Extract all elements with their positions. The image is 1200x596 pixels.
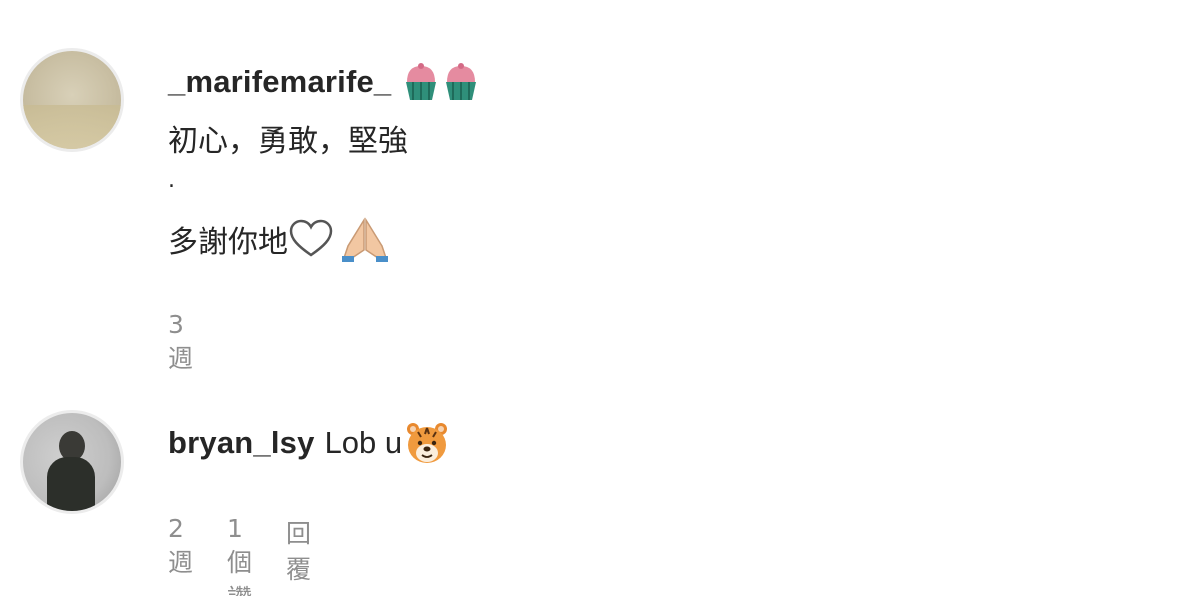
comment-item: _marifemarife_ 初心，勇敢，堅強 . 多謝你地 3 週 — [0, 40, 1200, 373]
username-link[interactable]: bryan_lsy — [168, 425, 315, 461]
comment-text-line: 初心，勇敢，堅強 — [168, 124, 408, 159]
cupcake-icon — [406, 63, 477, 100]
comment-meta: 3 週 — [168, 310, 193, 375]
reply-button[interactable]: 回覆 — [286, 514, 311, 596]
comment-header: bryan_lsy Lob u — [168, 420, 450, 466]
avatar-figure — [47, 457, 95, 511]
folded-hands-icon — [342, 217, 388, 262]
comment-item: bryan_lsy Lob u 2 週 1 個讚 回覆 — [0, 402, 1200, 596]
comment-text-line-with-emoji: 多謝你地 — [168, 216, 390, 262]
avatar[interactable] — [20, 410, 124, 514]
tiger-face-icon — [407, 423, 448, 463]
likes-count[interactable]: 1 個讚 — [227, 514, 252, 596]
comment-text: 多謝你地 — [168, 225, 288, 260]
comment-meta: 2 週 1 個讚 回覆 — [168, 514, 311, 596]
timestamp[interactable]: 3 週 — [168, 310, 193, 375]
comment-text-line: . — [168, 168, 175, 193]
username-link[interactable]: _marifemarife_ — [168, 64, 391, 100]
white-heart-icon — [289, 219, 333, 257]
comment-header: _marifemarife_ — [168, 60, 481, 104]
comment-text: Lob u — [324, 425, 403, 460]
timestamp[interactable]: 2 週 — [168, 514, 193, 596]
avatar[interactable] — [20, 48, 124, 152]
